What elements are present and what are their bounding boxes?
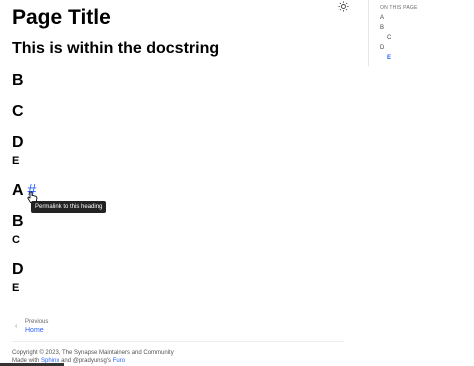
chevron-left-icon: ‹ (15, 323, 18, 330)
previous-title: Home (25, 327, 44, 334)
section-heading-a-text: A (12, 182, 23, 199)
toc-title: ON THIS PAGE (380, 5, 418, 11)
footer-divider (12, 341, 344, 342)
section-heading-b: B (12, 72, 24, 89)
docstring-heading: This is within the docstring (12, 40, 220, 57)
author-text: @pradyunsg's (72, 358, 112, 364)
section-heading-b-2: B (12, 213, 24, 230)
toc-item-a[interactable]: A (380, 15, 384, 21)
previous-page-link[interactable]: ‹ Previous Home (15, 318, 75, 338)
section-heading-e-2: E (12, 282, 20, 294)
toc-item-d[interactable]: D (380, 45, 384, 51)
furo-link[interactable]: Furo (113, 358, 125, 364)
toc-item-c[interactable]: C (387, 35, 391, 41)
section-heading-e: E (12, 155, 20, 167)
toc-item-e[interactable]: E (387, 55, 391, 61)
page-title: Page Title (12, 6, 111, 29)
toc-item-b[interactable]: B (380, 25, 384, 31)
toc-divider (368, 0, 369, 66)
section-heading-d: D (12, 134, 24, 151)
previous-label: Previous (25, 319, 49, 325)
footer-copyright: Copyright © 2023, The Synapse Maintainer… (12, 350, 174, 356)
theme-toggle-button[interactable] (338, 1, 350, 13)
section-heading-d-2: D (12, 261, 24, 278)
section-heading-c: C (12, 103, 24, 120)
permalink-tooltip: Permalink to this heading (31, 201, 107, 213)
section-heading-c-2: C (12, 234, 20, 246)
sun-icon (338, 1, 349, 12)
